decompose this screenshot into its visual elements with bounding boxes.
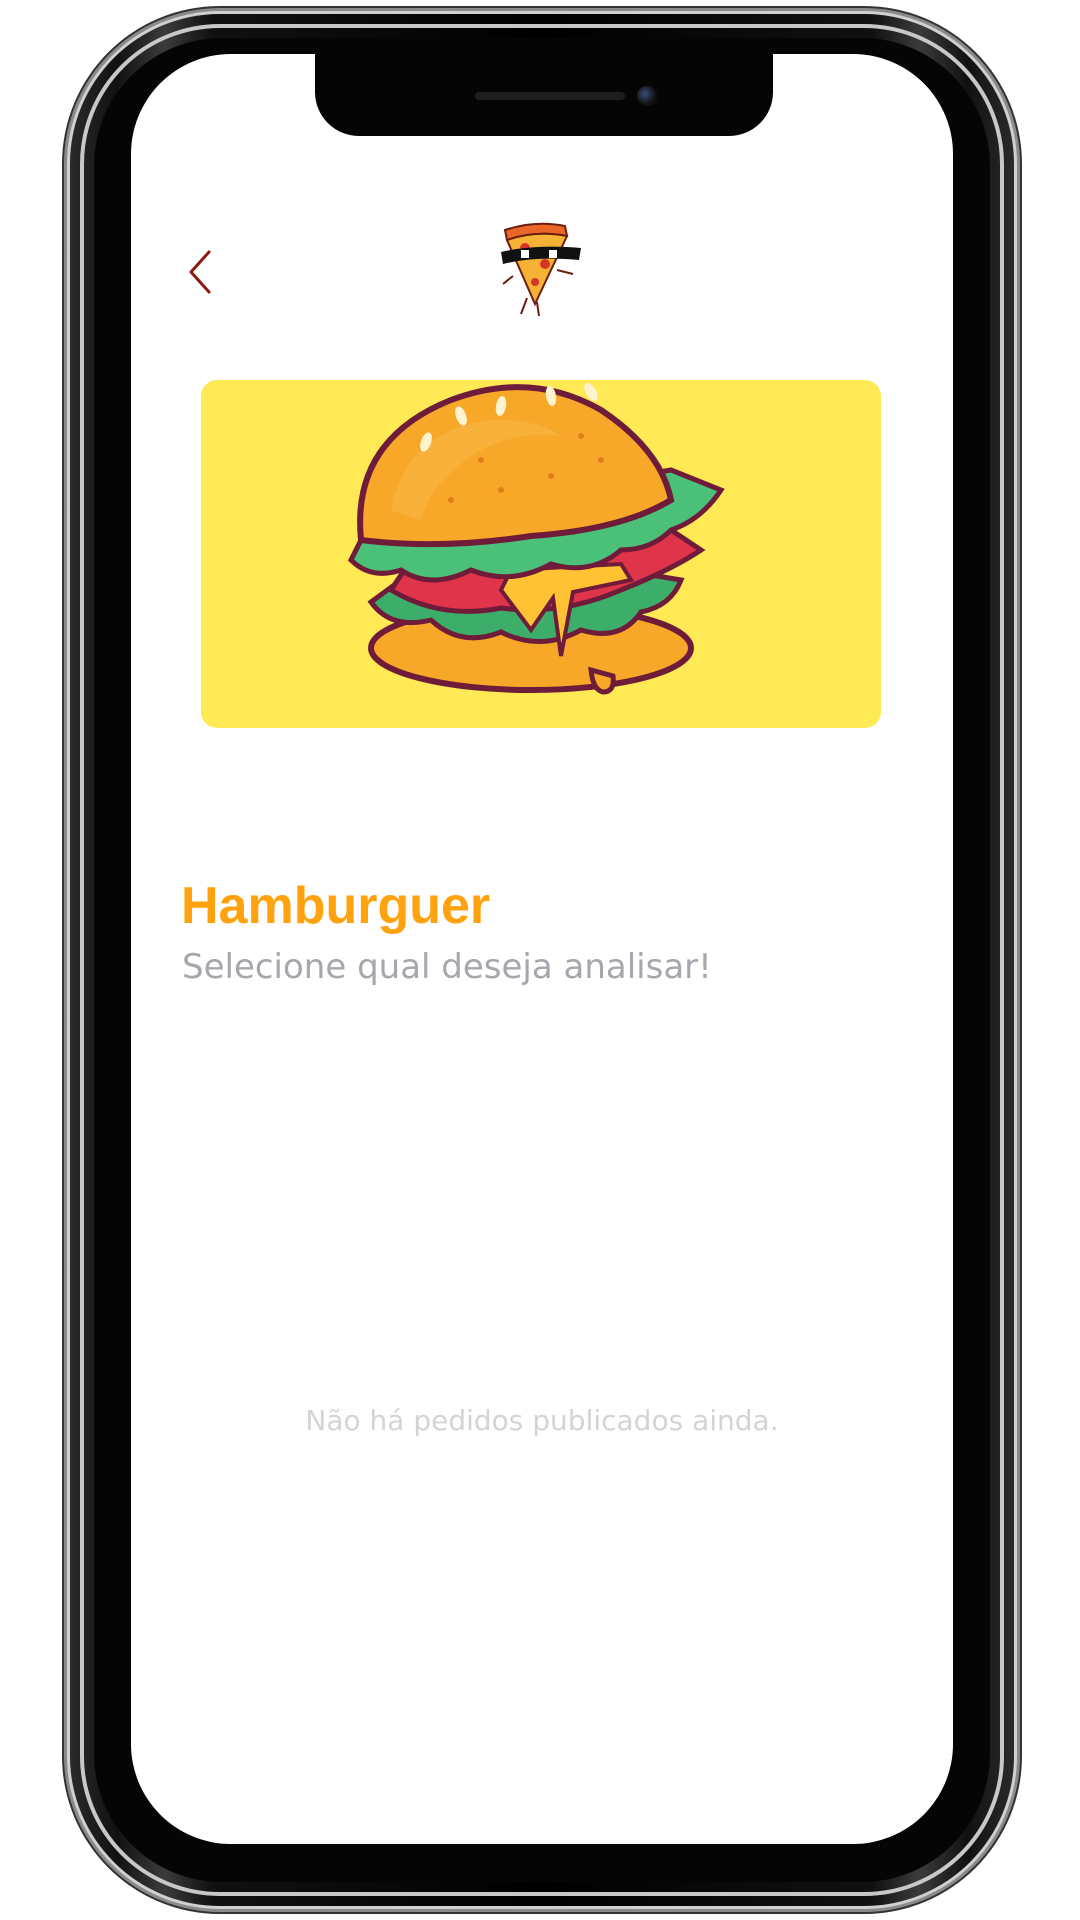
notch bbox=[315, 54, 773, 136]
category-banner bbox=[201, 380, 881, 728]
chevron-left-icon bbox=[189, 250, 211, 294]
back-button[interactable] bbox=[179, 244, 223, 300]
app-logo bbox=[495, 218, 585, 318]
hamburger-illustration bbox=[347, 382, 725, 695]
front-camera bbox=[637, 86, 657, 106]
speaker-grille bbox=[475, 92, 625, 100]
device-mockup: Hamburguer Selecione qual deseja analisa… bbox=[0, 0, 1080, 1920]
category-subtitle: Selecione qual deseja analisar! bbox=[182, 947, 712, 987]
app-screen: Hamburguer Selecione qual deseja analisa… bbox=[131, 54, 953, 1844]
empty-orders-message: Não há pedidos publicados ainda. bbox=[305, 1404, 779, 1437]
pizza-slice-mascot-icon bbox=[501, 222, 581, 317]
category-title: Hamburguer bbox=[181, 877, 491, 935]
